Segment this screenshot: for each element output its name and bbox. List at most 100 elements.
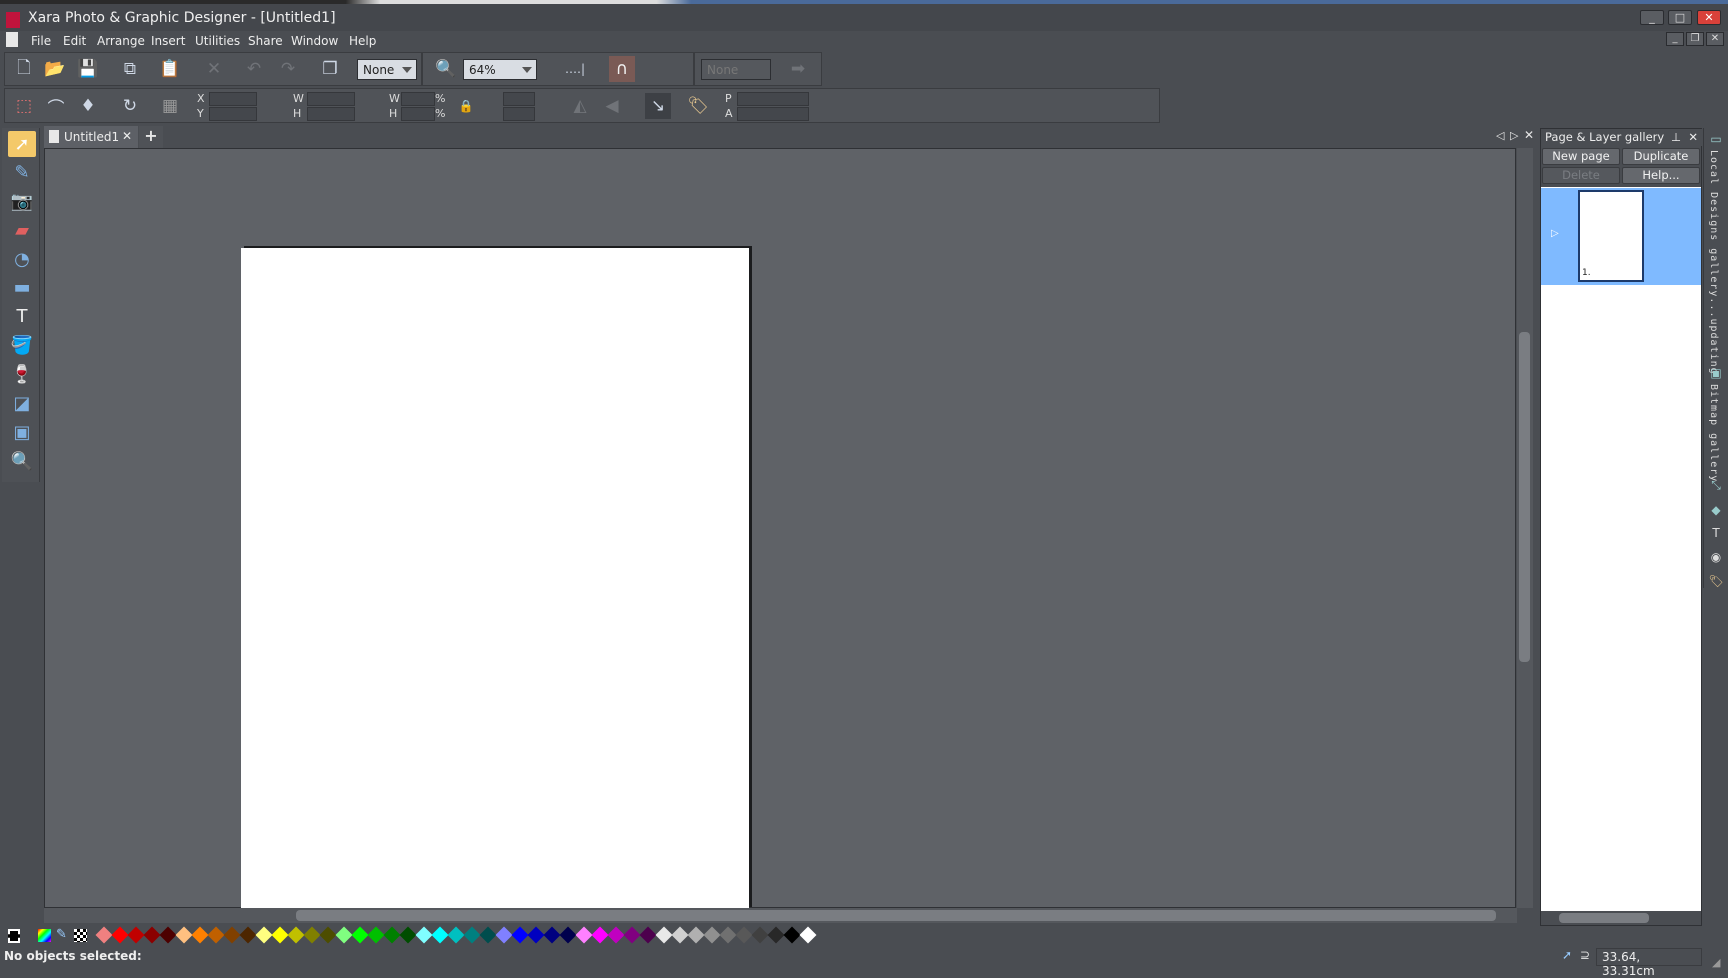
color-swatch[interactable] (735, 926, 753, 944)
tag-icon[interactable]: 🏷 (685, 93, 711, 119)
transparency-tool-icon[interactable]: 🍷 (8, 361, 36, 387)
color-swatch[interactable] (335, 926, 353, 944)
flip-horizontal-icon[interactable]: ◭ (567, 93, 593, 119)
doc-restore-button[interactable]: ❐ (1686, 32, 1704, 46)
redo-icon[interactable]: ↷ (275, 56, 301, 82)
color-swatch[interactable] (95, 926, 113, 944)
color-swatch[interactable] (623, 926, 641, 944)
color-swatch[interactable] (655, 926, 673, 944)
width-field[interactable] (307, 92, 355, 106)
color-swatch[interactable] (303, 926, 321, 944)
duplicate-button[interactable]: Duplicate (1622, 148, 1700, 165)
color-swatch[interactable] (511, 926, 529, 944)
x-field[interactable] (209, 92, 257, 106)
color-swatch[interactable] (239, 926, 257, 944)
color-swatch[interactable] (191, 926, 209, 944)
rectangle-tool-icon[interactable]: ▬ (8, 274, 36, 300)
new-icon[interactable]: 🗋 (11, 56, 37, 82)
disabled-combo[interactable]: None (701, 59, 771, 80)
color-swatch[interactable] (687, 926, 705, 944)
delete-button[interactable]: Delete (1542, 167, 1620, 184)
maximize-button[interactable]: □ (1668, 10, 1692, 25)
delete-icon[interactable]: ✕ (201, 56, 227, 82)
text-tool-icon[interactable]: T (8, 303, 36, 329)
menu-file[interactable]: File (31, 34, 51, 48)
paste-icon[interactable]: 📋 (157, 56, 183, 82)
eyedropper-icon[interactable]: ✎ (56, 927, 67, 942)
zoom-tool-icon[interactable]: 🔍 (433, 56, 459, 82)
color-swatch[interactable] (351, 926, 369, 944)
page-row-selected[interactable]: ▷ 1. (1541, 188, 1701, 285)
doc-minimize-button[interactable]: _ (1666, 32, 1684, 46)
arrange-icon[interactable]: ❐ (317, 56, 343, 82)
color-swatch[interactable] (271, 926, 289, 944)
color-swatch[interactable] (639, 926, 657, 944)
snap-magnet-icon[interactable]: ∩ (609, 56, 635, 82)
resize-grip-icon[interactable]: ◢ (1712, 956, 1720, 969)
new-tab-button[interactable]: + (139, 126, 163, 148)
color-swatch[interactable] (207, 926, 225, 944)
close-button[interactable]: ✕ (1697, 10, 1721, 25)
color-swatch[interactable] (111, 926, 129, 944)
tab-untitled1[interactable]: Untitled1 ✕ (44, 126, 138, 148)
color-swatch[interactable] (543, 926, 561, 944)
color-swatch[interactable] (591, 926, 609, 944)
doc-close-button[interactable]: ✕ (1706, 32, 1724, 46)
local-designs-gallery-tab[interactable]: Local Designs gallery...updating (1708, 150, 1719, 375)
rotation-field[interactable] (503, 92, 535, 106)
eraser-tool-icon[interactable]: ▰ (8, 217, 36, 243)
color-swatch[interactable] (175, 926, 193, 944)
help-button[interactable]: Help... (1622, 167, 1700, 184)
quality-combo[interactable]: None (357, 59, 417, 80)
gallery-scroll-thumb[interactable] (1559, 913, 1649, 923)
new-page-button[interactable]: New page (1542, 148, 1620, 165)
vertical-scrollbar[interactable] (1517, 148, 1533, 908)
pin-icon[interactable]: ⊥ (1671, 130, 1681, 144)
copy-icon[interactable]: ⧉ (117, 56, 143, 82)
menu-share[interactable]: Share (248, 34, 283, 48)
ruler-icon[interactable]: ‥‥| (553, 56, 597, 82)
shadow-tool-icon[interactable]: ◪ (8, 390, 36, 416)
color-swatch[interactable] (799, 926, 817, 944)
color-swatch[interactable] (447, 926, 465, 944)
width-percent-field[interactable] (401, 92, 435, 106)
height-field[interactable] (307, 107, 355, 121)
color-swatch[interactable] (703, 926, 721, 944)
forward-arrow-icon[interactable]: ➡ (785, 56, 811, 82)
color-swatch[interactable] (479, 926, 497, 944)
menu-insert[interactable]: Insert (151, 34, 185, 48)
color-swatch[interactable] (607, 926, 625, 944)
shape-editor-tool-icon[interactable]: ◔ (8, 246, 36, 272)
flip-vertical-icon[interactable]: ◀ (599, 93, 625, 119)
name-gallery-icon[interactable]: 🏷 (1708, 574, 1724, 590)
bevel-tool-icon[interactable]: ▣ (8, 419, 36, 445)
color-swatch[interactable] (783, 926, 801, 944)
photo-tool-icon[interactable]: 📷 (8, 188, 36, 214)
color-swatch[interactable] (159, 926, 177, 944)
p-field[interactable] (737, 92, 809, 106)
color-swatch[interactable] (463, 926, 481, 944)
snap-status-icon[interactable]: ⊇ (1580, 948, 1594, 966)
no-color-icon[interactable] (8, 929, 20, 943)
document-page[interactable] (241, 248, 749, 909)
color-swatch[interactable] (415, 926, 433, 944)
color-gallery-icon[interactable]: ◉ (1708, 550, 1724, 566)
tab-scroll-left-icon[interactable]: ◁ (1496, 129, 1504, 142)
open-icon[interactable]: 📂 (42, 56, 68, 82)
tab-scroll-right-icon[interactable]: ▷ (1510, 129, 1518, 142)
close-tab-icon[interactable]: ✕ (122, 129, 132, 143)
menu-edit[interactable]: Edit (63, 34, 86, 48)
color-swatch[interactable] (143, 926, 161, 944)
height-percent-field[interactable] (401, 107, 435, 121)
color-swatch[interactable] (399, 926, 417, 944)
color-swatch[interactable] (671, 926, 689, 944)
grid-icon[interactable]: ▦ (157, 93, 183, 119)
gallery-close-icon[interactable]: ✕ (1688, 130, 1698, 144)
drawing-canvas[interactable] (44, 148, 1516, 909)
a-field[interactable] (737, 107, 809, 121)
color-swatch[interactable] (575, 926, 593, 944)
color-swatch[interactable] (287, 926, 305, 944)
rotate-icon[interactable]: ↻ (117, 93, 143, 119)
menu-window[interactable]: Window (291, 34, 338, 48)
transparent-swatch[interactable] (74, 929, 87, 942)
